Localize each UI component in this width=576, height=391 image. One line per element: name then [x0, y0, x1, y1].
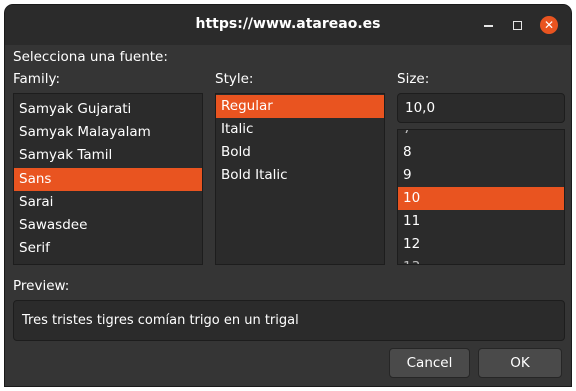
- size-input[interactable]: 10,0: [397, 93, 565, 123]
- preview-text-field[interactable]: Tres tristes tigres comían trigo en un t…: [13, 300, 565, 341]
- close-icon: ✕: [543, 18, 555, 32]
- size-label: Size:: [397, 71, 430, 87]
- family-list-item[interactable]: Samyak Malayalam: [14, 121, 202, 144]
- family-label: Family:: [13, 71, 61, 87]
- family-list[interactable]: · Samyak Gujarati Samyak Malayalam Samya…: [13, 93, 203, 265]
- size-list-item-selected[interactable]: 10: [398, 187, 564, 210]
- preview-label: Preview:: [13, 278, 70, 294]
- style-list-item[interactable]: Bold: [216, 141, 384, 164]
- title-bar[interactable]: https://www.atareao.es ✕: [5, 5, 571, 45]
- family-list-item[interactable]: Sawasdee: [14, 214, 202, 237]
- maximize-icon: [512, 20, 522, 30]
- ok-button[interactable]: OK: [478, 348, 562, 378]
- close-button[interactable]: ✕: [540, 16, 558, 34]
- size-list-item[interactable]: 9: [398, 164, 564, 187]
- family-list-item[interactable]: Serif: [14, 237, 202, 260]
- dialog-prompt: Selecciona una fuente:: [13, 49, 168, 65]
- font-chooser-window: https://www.atareao.es ✕ Selecciona una …: [4, 4, 572, 387]
- cancel-button[interactable]: Cancel: [389, 348, 470, 378]
- style-label: Style:: [215, 71, 254, 87]
- style-list-item[interactable]: Italic: [216, 118, 384, 141]
- size-list[interactable]: 7 8 9 10 11 12 13: [397, 129, 565, 265]
- size-list-item-partial: 13: [398, 256, 564, 264]
- family-list-item[interactable]: Samyak Gujarati: [14, 98, 202, 121]
- style-list-item-selected[interactable]: Regular: [216, 95, 384, 118]
- style-list[interactable]: Regular Italic Bold Bold Italic: [215, 93, 385, 265]
- family-list-item[interactable]: Sarai: [14, 191, 202, 214]
- family-list-item[interactable]: Samyak Tamil: [14, 144, 202, 167]
- minimize-button[interactable]: [479, 16, 497, 34]
- size-list-item-partial: 7: [403, 129, 412, 137]
- size-list-item[interactable]: 11: [398, 210, 564, 233]
- style-list-item[interactable]: Bold Italic: [216, 164, 384, 187]
- minimize-icon: [483, 25, 493, 27]
- maximize-button[interactable]: [508, 16, 526, 34]
- family-list-item-selected[interactable]: Sans: [14, 168, 202, 191]
- size-list-item[interactable]: 8: [398, 141, 564, 164]
- size-list-item[interactable]: 12: [398, 233, 564, 256]
